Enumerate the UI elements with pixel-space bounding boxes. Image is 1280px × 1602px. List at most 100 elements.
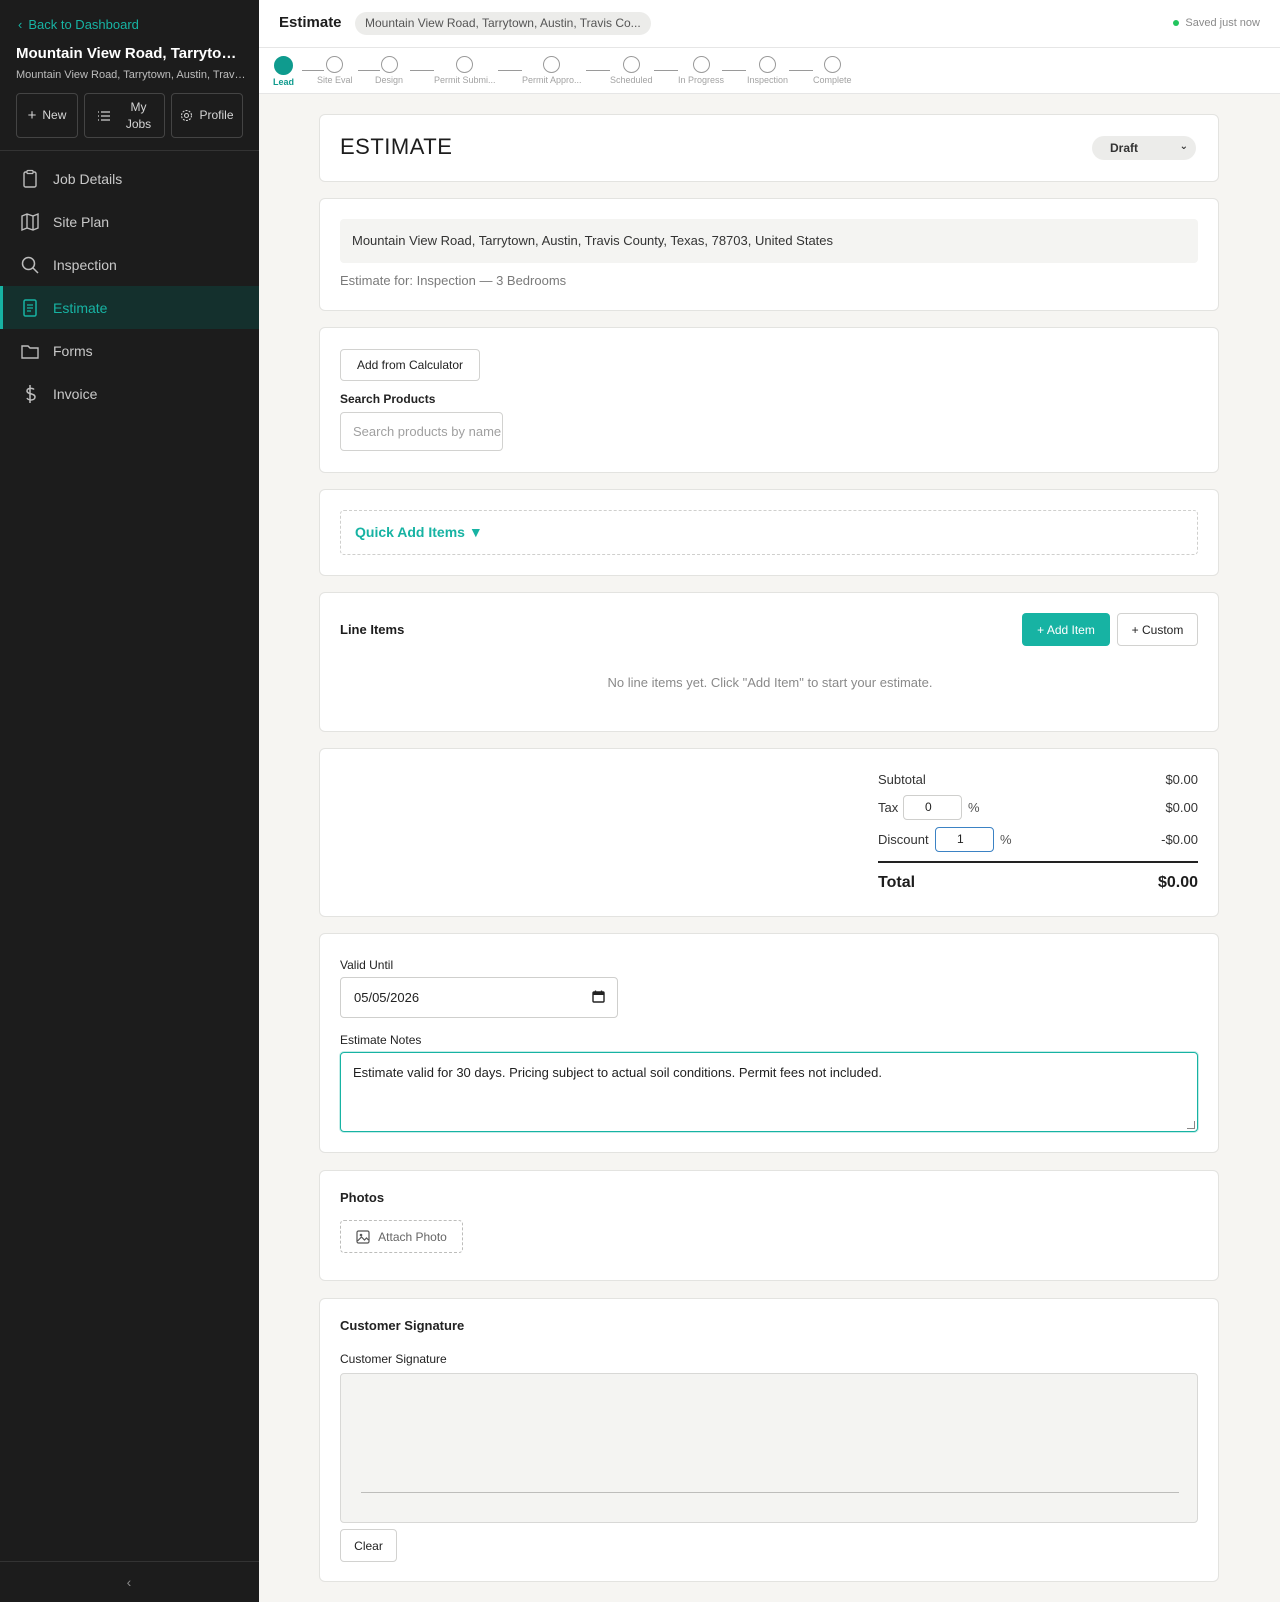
validity-notes-card: Valid Until 05/05/2026 Estimate Notes Es… [319,933,1219,1153]
total-value: $0.00 [1157,874,1198,891]
save-status-label: Saved just now [1185,17,1260,29]
sidebar-item-label: Inspection [53,256,117,273]
profile-button-label: Profile [199,108,234,122]
step-in-progress[interactable]: In Progress [678,56,724,85]
line-items-card: Line Items + Add Item + Custom No line i… [319,592,1219,732]
step-lead[interactable]: Lead [273,56,294,87]
step-scheduled[interactable]: Scheduled [610,56,653,85]
step-permit-approved[interactable]: Permit Appro... [522,56,582,85]
valid-until-date-value: 05/05/2026 [354,990,420,1005]
map-icon [21,212,39,231]
page-title: Estimate [279,14,342,31]
sidebar-item-estimate[interactable]: Estimate [0,286,259,329]
subtotal-row: Subtotal $0.00 [878,772,1198,787]
search-products-label: Search Products [340,392,436,406]
signature-card: Customer Signature Customer Signature Cl… [319,1298,1219,1582]
step-label: Lead [273,77,295,87]
step-connector [498,70,522,71]
signature-pad[interactable] [340,1373,1198,1523]
signature-title: Customer Signature [340,1318,465,1333]
profile-button[interactable]: Profile [171,93,243,138]
step-permit-submitted[interactable]: Permit Submi... [434,56,496,85]
valid-until-date-input[interactable]: 05/05/2026 [340,977,618,1018]
back-link-label: Back to Dashboard [28,17,139,32]
sidebar-item-label: Forms [53,342,93,359]
attach-photo-button[interactable]: Attach Photo [340,1220,463,1253]
estimate-notes-label: Estimate Notes [340,1033,422,1047]
step-circle-icon [326,56,344,73]
estimate-for-text: Estimate for: Inspection — 3 Bedrooms [340,273,567,288]
status-select[interactable]: Draft ⌄ [1092,136,1196,160]
discount-percent-sign: % [1000,832,1012,847]
add-item-button[interactable]: + Add Item [1022,613,1110,646]
add-custom-button[interactable]: + Custom [1117,613,1198,646]
quick-add-items-toggle[interactable]: Quick Add Items ▼ [340,510,1198,555]
sidebar-divider [0,150,259,151]
discount-rate-input[interactable]: 1 [935,827,994,852]
step-circle-icon [456,56,474,73]
step-label: Design [375,75,404,85]
step-label: Site Eval [317,75,353,85]
step-inspection[interactable]: Inspection [747,56,788,85]
attach-photo-label: Attach Photo [378,1229,447,1244]
total-divider [878,861,1198,863]
resize-handle-icon[interactable] [1187,1121,1195,1129]
progress-stepper: Lead Site Eval Design Permit Submi... Pe… [259,48,1280,94]
signature-field-label: Customer Signature [340,1352,447,1366]
sidebar-item-forms[interactable]: Forms [0,329,259,372]
products-card: Add from Calculator Search Products Sear… [319,327,1219,473]
status-select-value: Draft [1110,141,1139,155]
address-pill: Mountain View Road, Tarrytown, Austin, T… [355,12,651,35]
step-connector [358,70,380,71]
add-from-calculator-button[interactable]: Add from Calculator [340,349,480,381]
discount-value: -$0.00 [1161,832,1198,847]
signature-baseline [361,1492,1179,1493]
new-button[interactable]: + New [16,93,78,138]
step-connector [586,70,610,71]
step-complete[interactable]: Complete [813,56,852,85]
top-bar: Estimate Mountain View Road, Tarrytown, … [259,0,1280,48]
estimate-notes-text: Estimate valid for 30 days. Pricing subj… [353,1065,882,1080]
discount-label: Discount [878,832,929,847]
calendar-icon[interactable] [592,990,605,1003]
step-label: Complete [813,75,852,85]
total-label: Total [878,874,916,891]
job-title: Mountain View Road, Tarrytown, Austin, T… [16,45,246,62]
sidebar-item-label: Job Details [53,170,123,187]
sidebar: ‹ Back to Dashboard Mountain View Road, … [0,0,259,1602]
search-products-input[interactable]: Search products by name [340,412,503,451]
sidebar-bottom-divider [0,1561,259,1562]
my-jobs-label-2: Jobs [125,116,152,131]
step-circle-icon [823,56,841,73]
estimate-header-card: ESTIMATE Draft ⌄ [319,114,1219,182]
my-jobs-button[interactable]: My Jobs [84,93,165,138]
photos-title: Photos [340,1190,385,1205]
back-to-dashboard-link[interactable]: ‹ Back to Dashboard [18,17,139,32]
sidebar-item-inspection[interactable]: Inspection [0,243,259,286]
estimate-heading: ESTIMATE [340,134,453,159]
clipboard-icon [23,169,37,188]
job-subtitle: Mountain View Road, Tarrytown, Austin, T… [16,69,246,81]
plus-icon: + [27,107,37,124]
step-label: In Progress [678,75,725,85]
chevron-left-icon[interactable]: ‹ [119,1572,139,1592]
photos-card: Photos Attach Photo [319,1170,1219,1281]
sidebar-item-site-plan[interactable]: Site Plan [0,200,259,243]
tax-percent-sign: % [968,800,980,815]
chevron-left-icon: ‹ [18,17,23,32]
step-connector [302,70,324,71]
sidebar-nav: Job Details Site Plan Inspection Estimat… [0,157,259,415]
step-active-circle-icon [274,56,293,75]
tax-label: Tax [878,800,899,815]
sidebar-item-invoice[interactable]: Invoice [0,372,259,415]
step-label: Permit Submi... [434,75,496,85]
clear-signature-button[interactable]: Clear [340,1529,397,1562]
step-connector [789,70,813,71]
step-circle-icon [543,56,561,73]
sidebar-item-job-details[interactable]: Job Details [0,157,259,200]
tax-rate-input[interactable]: 0 [903,795,962,820]
search-icon [21,256,39,274]
address-card: Mountain View Road, Tarrytown, Austin, T… [319,198,1219,311]
step-circle-icon [380,56,398,73]
estimate-notes-textarea[interactable]: Estimate valid for 30 days. Pricing subj… [340,1052,1198,1132]
